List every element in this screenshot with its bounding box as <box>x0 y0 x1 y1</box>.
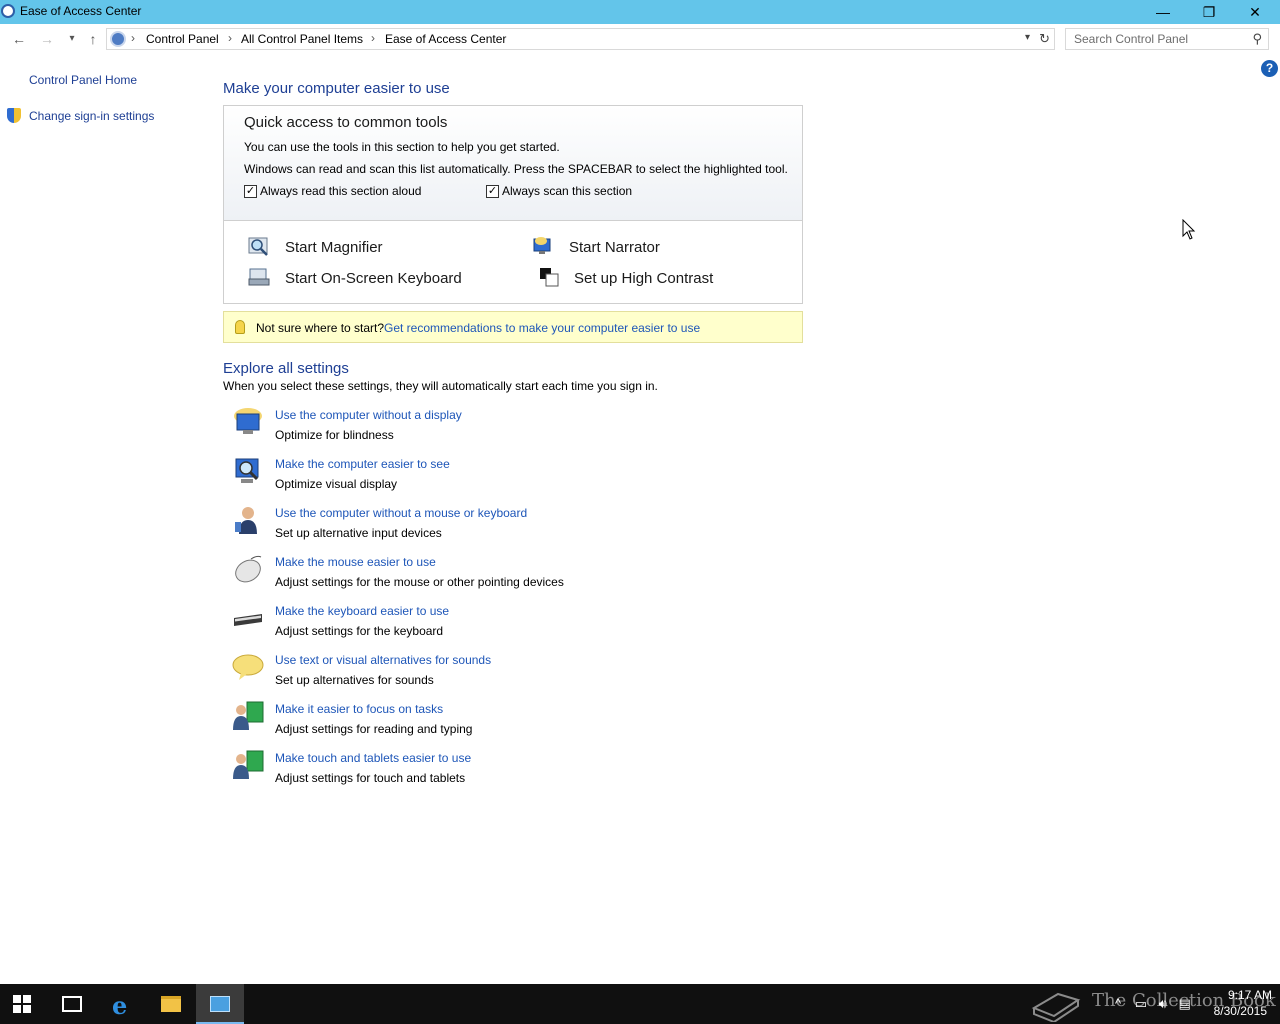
read-aloud-label[interactable]: Always read this section aloud <box>260 184 421 198</box>
explore-item-sounds-link[interactable]: Use text or visual alternatives for soun… <box>275 653 491 667</box>
control-panel-icon <box>210 996 230 1012</box>
scan-checkbox[interactable]: ✓ <box>486 185 499 198</box>
edge-browser-icon[interactable]: e <box>112 991 127 1020</box>
quick-access-heading: Quick access to common tools <box>244 114 448 131</box>
quick-access-panel: Quick access to common tools You can use… <box>223 105 803 304</box>
close-button[interactable]: ✕ <box>1232 0 1278 24</box>
system-tray[interactable]: ^ ▭ 🔊︎ ▤ <box>1115 996 1191 1012</box>
explore-item-mouse-link[interactable]: Make the mouse easier to use <box>275 555 436 569</box>
get-recommendations-link[interactable]: Get recommendations to make your compute… <box>384 321 700 335</box>
explore-item-without-mouse-link[interactable]: Use the computer without a mouse or keyb… <box>275 506 527 520</box>
keyboard-icon <box>234 614 262 626</box>
task-view-icon[interactable] <box>62 996 82 1012</box>
explore-item-touch-desc: Adjust settings for touch and tablets <box>275 771 466 785</box>
explore-item-easier-to-see-desc: Optimize visual display <box>275 477 398 491</box>
mouse-icon <box>235 555 262 583</box>
lightbulb-icon <box>235 320 245 334</box>
network-icon[interactable]: ▭ <box>1135 996 1147 1011</box>
explore-item-touch-link[interactable]: Make touch and tablets easier to use <box>275 751 471 765</box>
explore-item-without-display-link[interactable]: Use the computer without a display <box>275 408 462 422</box>
ease-of-access-icon <box>1 4 15 18</box>
explore-item-sounds-desc: Set up alternatives for sounds <box>275 673 434 687</box>
back-arrow-icon[interactable]: ← <box>10 31 28 47</box>
clock-date[interactable]: 8/30/2015 <box>1212 1004 1267 1018</box>
explore-item-keyboard-link[interactable]: Make the keyboard easier to use <box>275 604 449 618</box>
explore-item-without-mouse-desc: Set up alternative input devices <box>275 526 442 540</box>
change-sign-in-settings-link[interactable]: Change sign-in settings <box>29 109 154 123</box>
explore-item-focus-link[interactable]: Make it easier to focus on tasks <box>275 702 443 716</box>
control-panel-taskbar-button[interactable] <box>196 984 244 1024</box>
tip-text: Not sure where to start? <box>256 321 385 335</box>
breadcrumb-separator-icon[interactable]: › <box>371 31 375 45</box>
explore-item-easier-to-see-link[interactable]: Make the computer easier to see <box>275 457 450 471</box>
quick-access-description: You can use the tools in this section to… <box>244 140 560 154</box>
narrator-icon <box>533 237 551 254</box>
monitor-speaker-icon <box>234 408 262 434</box>
breadcrumb-ease-of-access[interactable]: Ease of Access Center <box>385 32 506 46</box>
search-icon[interactable]: ⚲ <box>1252 31 1262 47</box>
forward-arrow-icon[interactable]: → <box>38 31 56 47</box>
windows-start-icon[interactable] <box>13 995 31 1013</box>
magnifier-icon <box>248 237 268 256</box>
explore-item-mouse-desc: Adjust settings for the mouse or other p… <box>275 575 564 589</box>
person-icon <box>235 507 257 534</box>
maximize-button[interactable]: ❐ <box>1186 0 1232 24</box>
help-icon[interactable]: ? <box>1261 60 1278 77</box>
scan-label[interactable]: Always scan this section <box>502 184 632 198</box>
control-panel-home-link[interactable]: Control Panel Home <box>29 73 137 87</box>
start-magnifier-link[interactable]: Start Magnifier <box>285 239 383 256</box>
mouse-pointer-icon <box>1182 219 1196 240</box>
users-touch-icon <box>233 750 264 779</box>
recommendation-tip-bar: Not sure where to start? Get recommendat… <box>223 311 803 343</box>
start-on-screen-keyboard-link[interactable]: Start On-Screen Keyboard <box>285 270 462 287</box>
search-box[interactable]: ⚲ <box>1065 28 1269 50</box>
uac-shield-icon <box>7 108 21 123</box>
explore-all-settings-heading: Explore all settings <box>223 360 349 377</box>
breadcrumb-control-panel[interactable]: Control Panel <box>146 32 219 46</box>
set-up-high-contrast-link[interactable]: Set up High Contrast <box>574 270 713 287</box>
file-explorer-icon[interactable] <box>161 996 181 1012</box>
book-watermark-icon <box>1031 992 1081 1022</box>
clock-time[interactable]: 9:17 AM <box>1212 988 1272 1002</box>
up-arrow-icon[interactable]: ↑ <box>84 31 102 47</box>
page-title: Make your computer easier to use <box>223 80 450 97</box>
navigation-bar: ← → ▾ ↑ › Control Panel › All Control Pa… <box>0 24 1280 55</box>
window-title: Ease of Access Center <box>20 4 142 18</box>
quick-access-header: Quick access to common tools You can use… <box>224 106 802 221</box>
monitor-magnifier-icon <box>235 458 259 483</box>
address-bar[interactable]: › Control Panel › All Control Panel Item… <box>106 28 1055 50</box>
explore-item-without-display-desc: Optimize for blindness <box>275 428 394 442</box>
show-hidden-icons-icon[interactable]: ^ <box>1115 996 1121 1011</box>
high-contrast-icon <box>540 268 559 287</box>
speech-bubble-icon <box>232 654 264 680</box>
breadcrumb-separator-icon[interactable]: › <box>131 31 135 45</box>
users-focus-icon <box>233 701 264 730</box>
action-center-icon[interactable]: ▤ <box>1178 996 1190 1011</box>
breadcrumb-all-items[interactable]: All Control Panel Items <box>241 32 363 46</box>
keyboard-icon <box>248 268 270 286</box>
start-narrator-link[interactable]: Start Narrator <box>569 239 660 256</box>
explore-item-focus-desc: Adjust settings for reading and typing <box>275 722 473 736</box>
taskbar: e The Collection Book ^ ▭ 🔊︎ ▤ 9:17 AM 8… <box>0 984 1280 1024</box>
recent-locations-chevron-icon[interactable]: ▾ <box>63 33 81 44</box>
address-dropdown-icon[interactable]: ▾ <box>1025 32 1030 43</box>
volume-icon[interactable]: 🔊︎ <box>1159 996 1167 1011</box>
explore-item-keyboard-desc: Adjust settings for the keyboard <box>275 624 444 638</box>
quick-access-instructions: Windows can read and scan this list auto… <box>244 162 788 176</box>
search-input[interactable] <box>1066 29 1241 49</box>
refresh-icon[interactable]: ↻ <box>1039 31 1050 47</box>
explore-description: When you select these settings, they wil… <box>223 379 658 393</box>
control-panel-icon <box>110 31 126 47</box>
read-aloud-checkbox[interactable]: ✓ <box>244 185 257 198</box>
title-bar: Ease of Access Center — ❐ ✕ <box>0 0 1280 24</box>
minimize-button[interactable]: — <box>1140 0 1186 24</box>
breadcrumb-separator-icon[interactable]: › <box>228 31 232 45</box>
